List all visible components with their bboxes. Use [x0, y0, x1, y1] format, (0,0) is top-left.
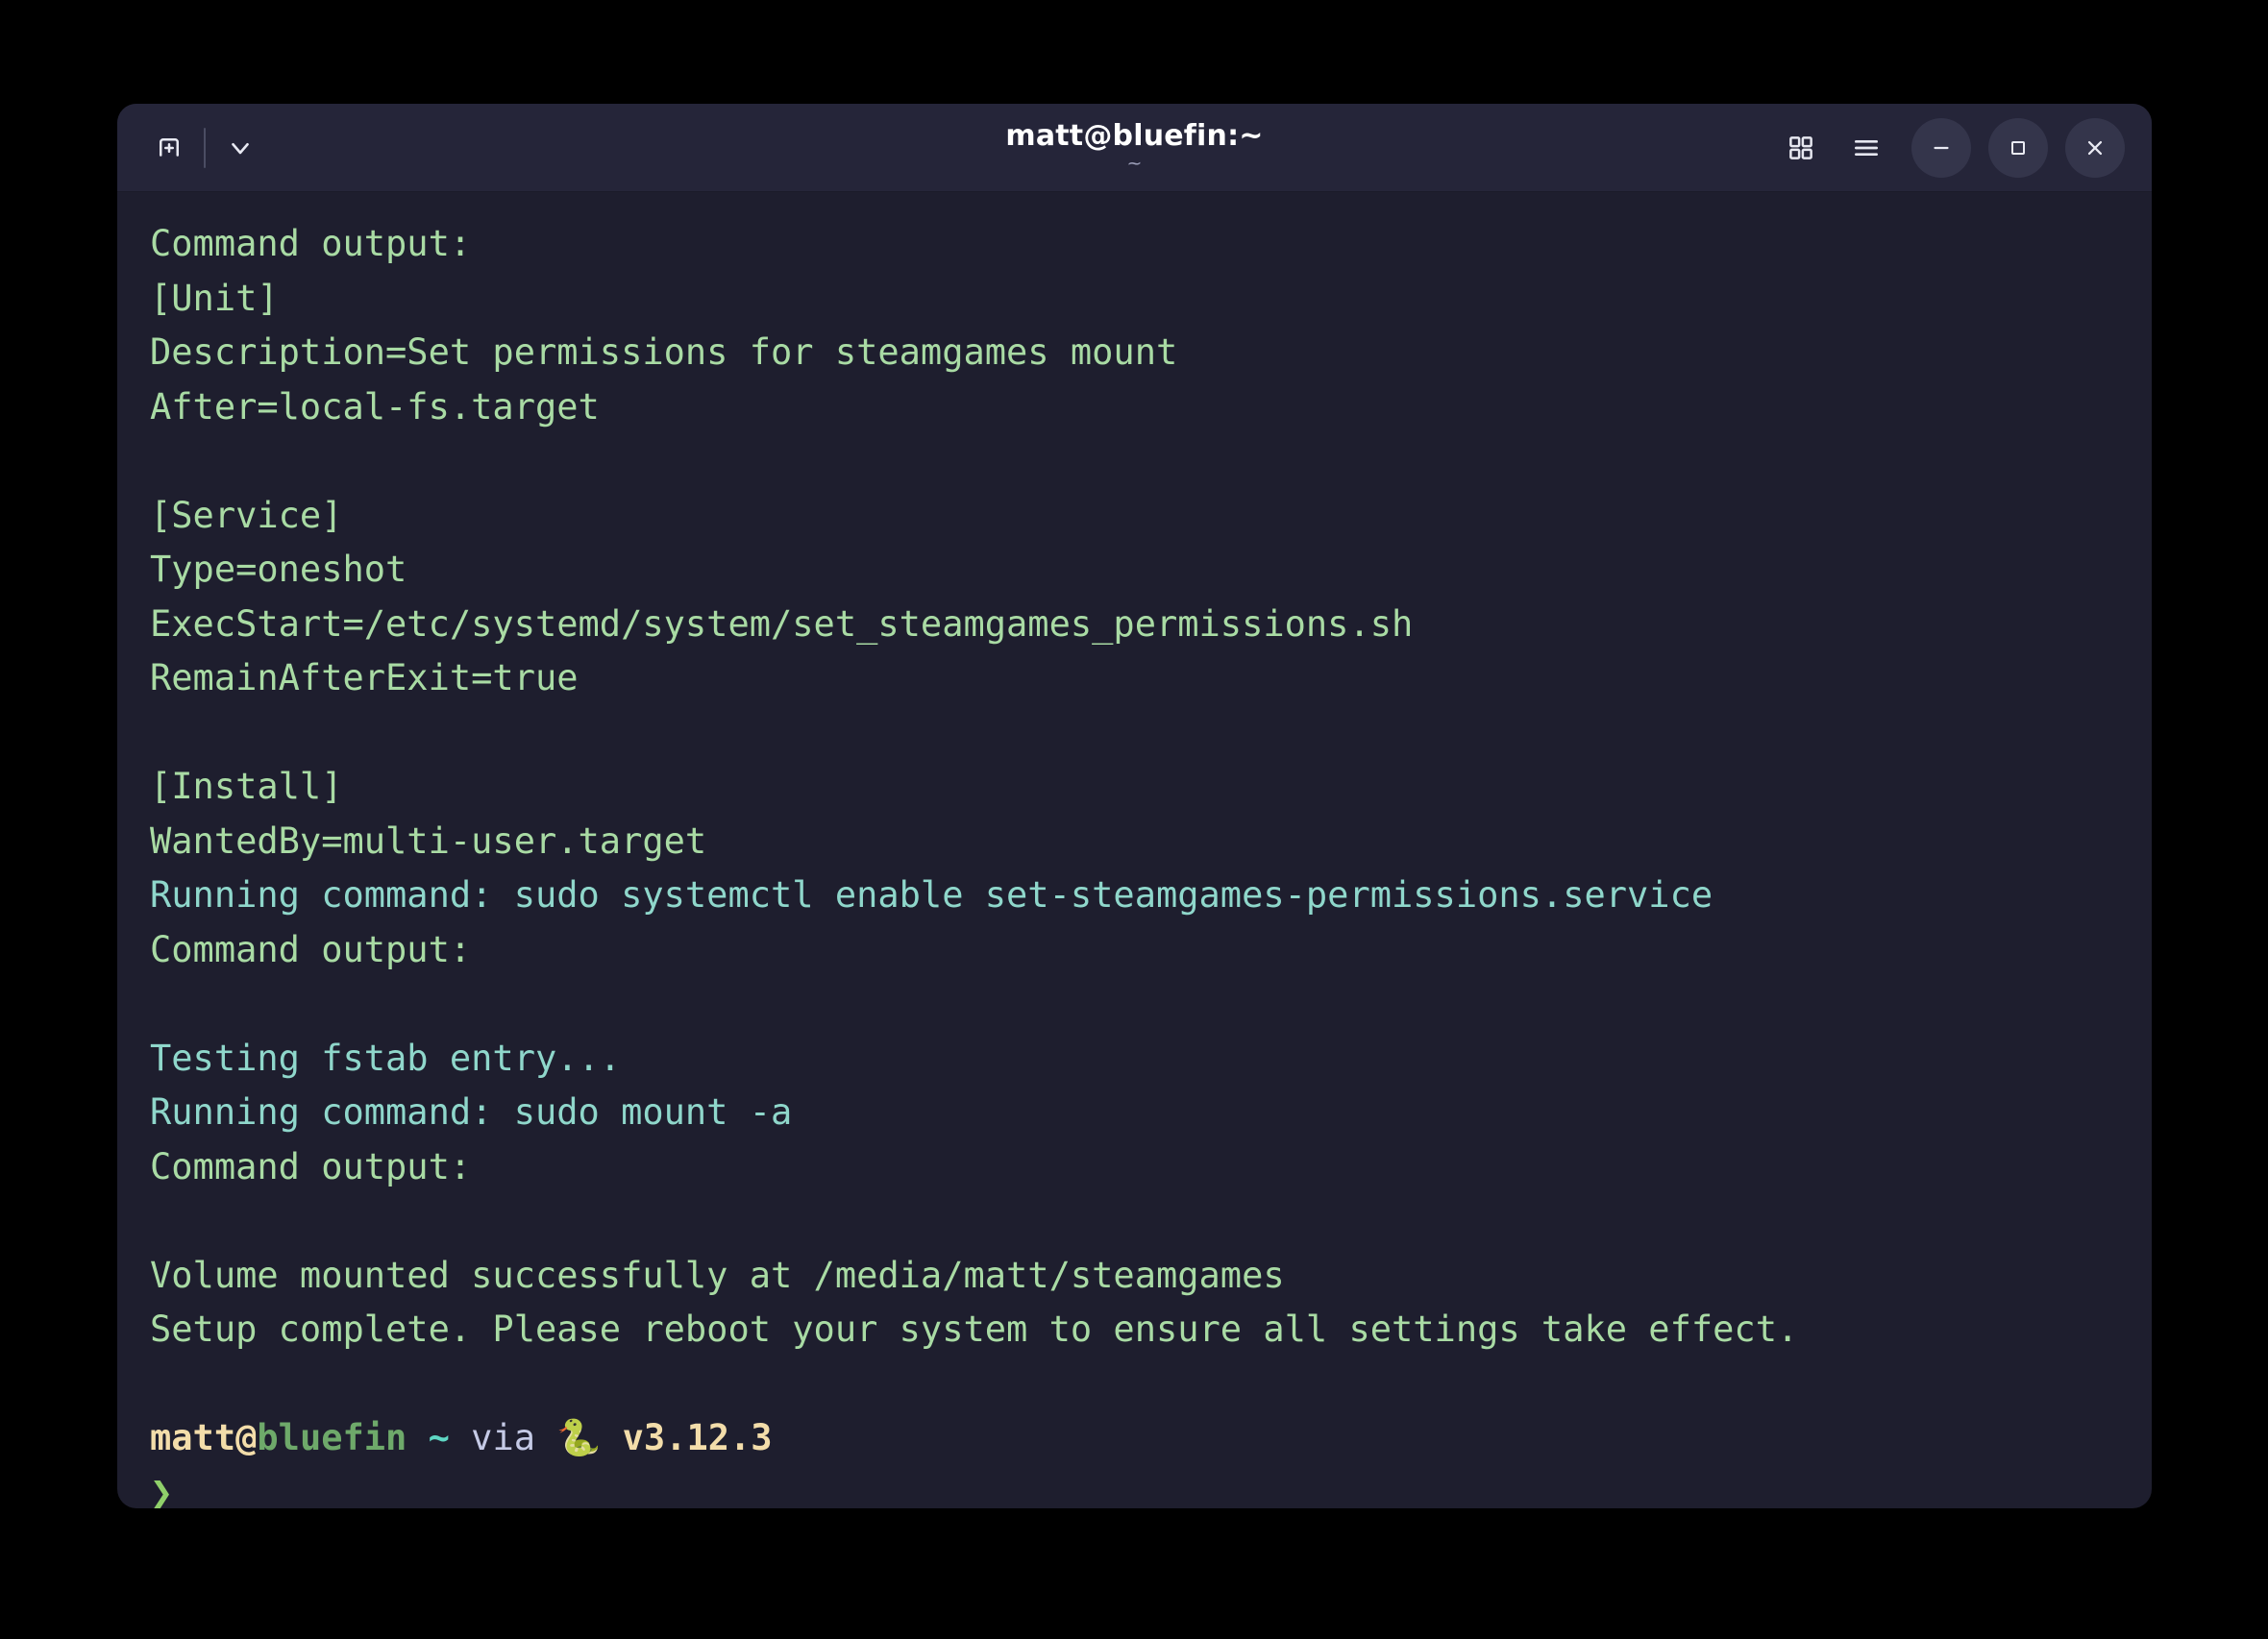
main-menu-button[interactable]: [1838, 120, 1894, 176]
terminal-output-line: Testing fstab entry...: [150, 1032, 2119, 1087]
prompt-path: ~: [429, 1417, 450, 1458]
window-subtitle: ~: [1127, 155, 1143, 174]
title-bar: matt@bluefin:~ ~: [117, 104, 2152, 192]
terminal-output-line: Description=Set permissions for steamgam…: [150, 326, 2119, 380]
prompt-host: bluefin: [257, 1417, 407, 1458]
shell-cursor-line[interactable]: ❯: [150, 1466, 2119, 1509]
terminal-output-line: Setup complete. Please reboot your syste…: [150, 1303, 2119, 1358]
terminal-output-area[interactable]: Command output:[Unit]Description=Set per…: [117, 192, 2152, 1508]
minimize-button[interactable]: [1911, 118, 1971, 178]
terminal-output-line: After=local-fs.target: [150, 380, 2119, 435]
terminal-output-line: Type=oneshot: [150, 543, 2119, 598]
close-button[interactable]: [2065, 118, 2125, 178]
terminal-output-line: ExecStart=/etc/systemd/system/set_steamg…: [150, 598, 2119, 652]
new-tab-button[interactable]: [142, 121, 196, 175]
hamburger-menu-icon: [1851, 133, 1882, 163]
prompt-chevron-icon: ❯: [150, 1471, 173, 1509]
close-icon: [2083, 135, 2108, 160]
shell-prompt-line: matt@bluefin ~ via 🐍 v3.12.3: [150, 1411, 2119, 1466]
titlebar-left-controls: [142, 121, 267, 175]
titlebar-divider: [204, 128, 206, 168]
terminal-output-line: WantedBy=multi-user.target: [150, 815, 2119, 869]
tab-dropdown-button[interactable]: [213, 121, 267, 175]
minimize-icon: [1929, 135, 1954, 160]
terminal-output-line: Running command: sudo mount -a: [150, 1086, 2119, 1140]
terminal-output-line: Command output:: [150, 217, 2119, 272]
python-snake-icon: 🐍: [556, 1417, 601, 1458]
terminal-output-line: Command output:: [150, 923, 2119, 978]
titlebar-right-controls: [1773, 118, 2125, 178]
terminal-output-line: Volume mounted successfully at /media/ma…: [150, 1249, 2119, 1304]
terminal-output-line: RemainAfterExit=true: [150, 651, 2119, 706]
terminal-output-line: Command output:: [150, 1140, 2119, 1195]
new-tab-plus-icon: [155, 134, 184, 162]
terminal-output-line: [Install]: [150, 760, 2119, 815]
tab-overview-button[interactable]: [1773, 120, 1829, 176]
terminal-scrollback: Command output:[Unit]Description=Set per…: [150, 217, 2119, 1411]
terminal-output-line: Running command: sudo systemctl enable s…: [150, 868, 2119, 923]
prompt-python-version: v3.12.3: [623, 1417, 773, 1458]
terminal-blank-line: [150, 977, 2119, 1032]
chevron-down-icon: [226, 134, 255, 162]
terminal-output-line: [Service]: [150, 489, 2119, 544]
terminal-output-line: [Unit]: [150, 272, 2119, 327]
grid-view-icon: [1787, 134, 1815, 162]
prompt-user: matt@: [150, 1417, 257, 1458]
maximize-button[interactable]: [1988, 118, 2048, 178]
terminal-blank-line: [150, 1194, 2119, 1249]
terminal-blank-line: [150, 706, 2119, 761]
terminal-blank-line: [150, 434, 2119, 489]
terminal-blank-line: [150, 1358, 2119, 1412]
terminal-window: matt@bluefin:~ ~: [117, 104, 2152, 1508]
window-title: matt@bluefin:~: [1005, 121, 1263, 152]
prompt-via-label: via: [471, 1417, 535, 1458]
maximize-icon: [2007, 136, 2030, 159]
